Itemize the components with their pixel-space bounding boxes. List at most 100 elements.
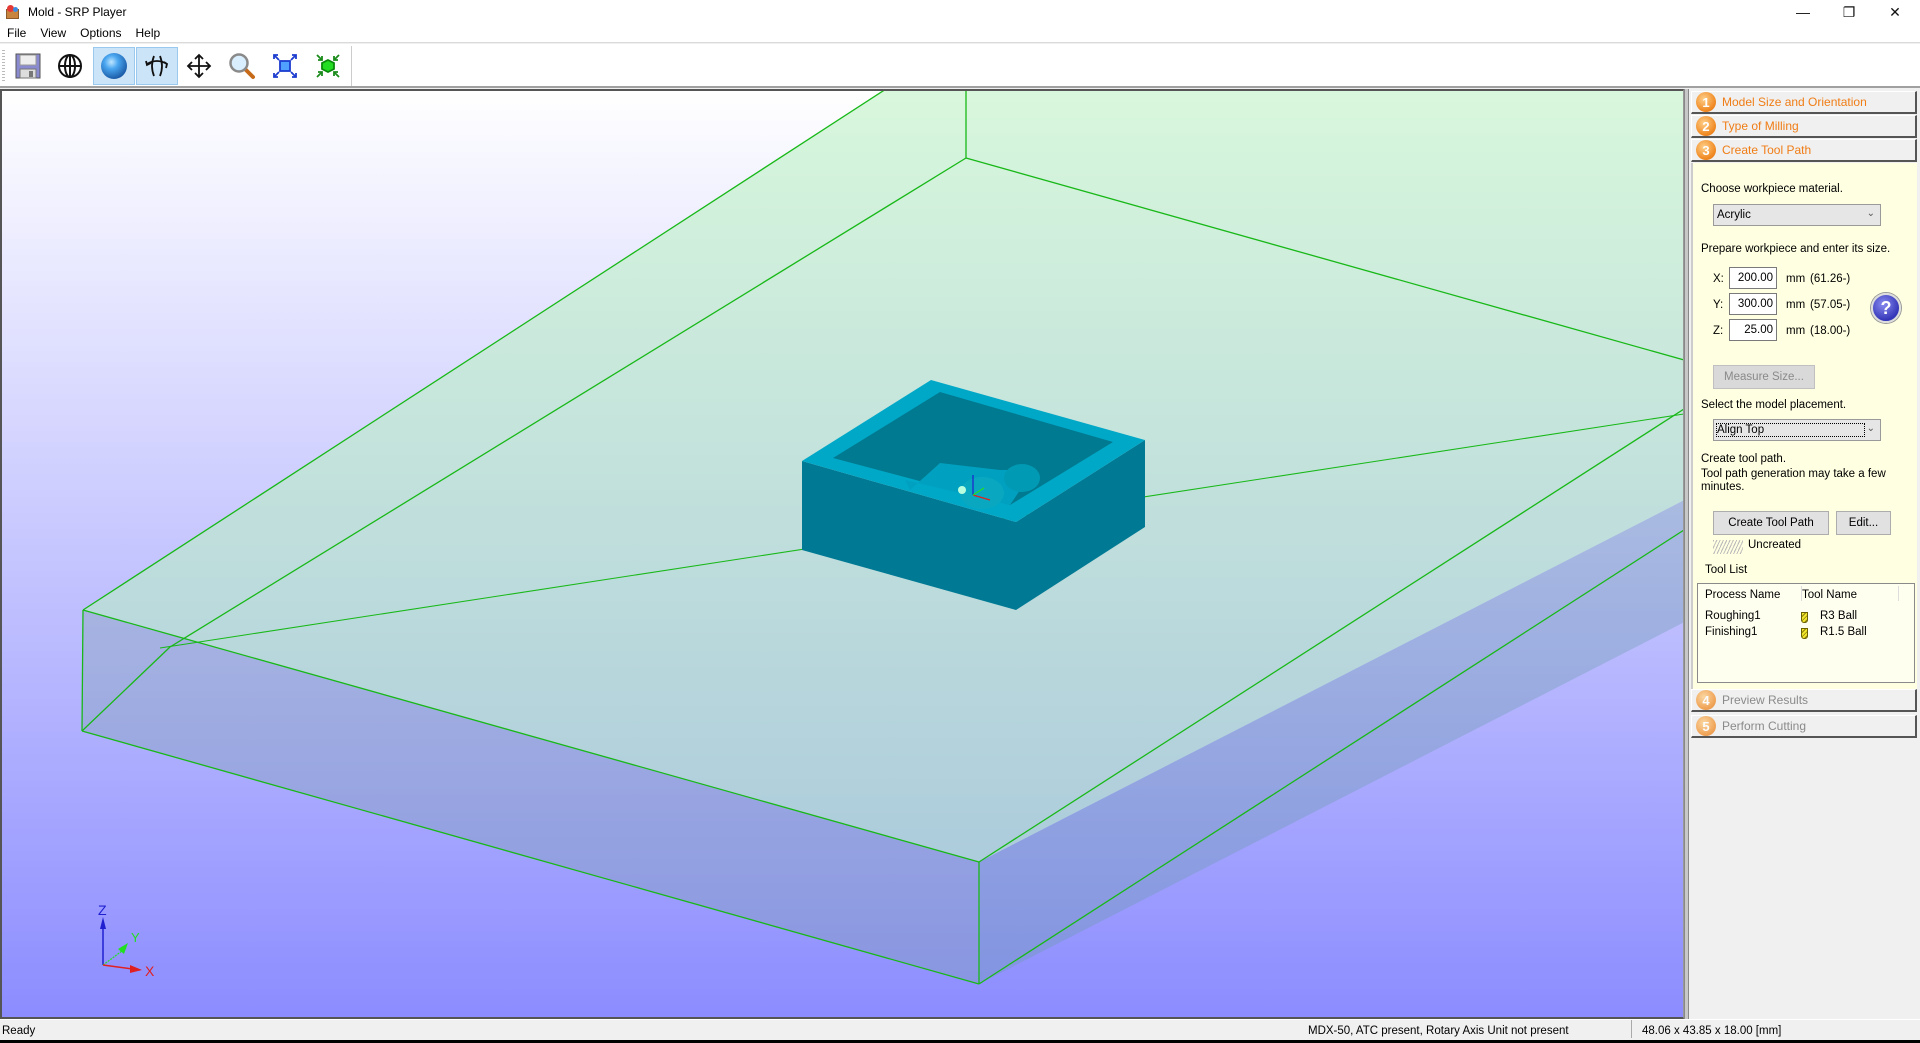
step-label: Preview Results — [1722, 693, 1809, 707]
material-value: Acrylic — [1717, 209, 1751, 221]
x-label: X: — [1713, 273, 1724, 285]
tool-name: R3 Ball — [1820, 610, 1858, 622]
z-unit: mm — [1786, 325, 1806, 337]
step-model-size-orientation[interactable]: 1 Model Size and Orientation — [1691, 91, 1917, 114]
step-preview-results[interactable]: 4 Preview Results — [1691, 689, 1917, 712]
placement-select[interactable]: Align Top ⌄ — [1713, 419, 1881, 441]
wizard-panel: 1 Model Size and Orientation 2 Type of M… — [1688, 89, 1920, 1019]
x-axis-label: X — [145, 963, 155, 979]
placement-prompt: Select the model placement. — [1701, 399, 1847, 411]
z-axis-label: Z — [98, 902, 107, 918]
step-label: Create Tool Path — [1722, 143, 1812, 157]
minimize-button[interactable]: — — [1780, 0, 1826, 24]
toolbar-grip[interactable] — [2, 50, 5, 82]
wireframe-view-icon — [58, 54, 82, 78]
tool-list-row[interactable]: Roughing1 R3 Ball — [1698, 610, 1914, 626]
close-button[interactable]: ✕ — [1872, 0, 1918, 24]
y-min-size: (57.05-) — [1810, 299, 1851, 311]
3d-viewport[interactable]: Z Y X — [0, 89, 1684, 1019]
material-select[interactable]: Acrylic ⌄ — [1713, 204, 1881, 226]
step-number-badge: 3 — [1696, 140, 1716, 160]
menu-view[interactable]: View — [33, 24, 73, 43]
help-icon: ? — [1880, 297, 1892, 318]
menu-file[interactable]: File — [0, 24, 33, 43]
ball-end-mill-icon — [1801, 612, 1808, 623]
toolbar-separator — [351, 46, 352, 86]
save-button[interactable] — [7, 47, 49, 85]
fit-view-button[interactable] — [264, 47, 306, 85]
column-separator[interactable] — [1898, 586, 1899, 601]
pan-icon — [186, 53, 212, 79]
title-bar: Mold - SRP Player — ❐ ✕ — [0, 0, 1920, 24]
model-boss-feature — [1004, 464, 1040, 492]
shaded-view-button[interactable] — [93, 47, 135, 85]
rotate-button[interactable] — [136, 47, 178, 85]
x-unit: mm — [1786, 273, 1806, 285]
toolpath-prompt: Create tool path. — [1701, 453, 1787, 465]
tool-list[interactable]: Process Name Tool Name Roughing1 R3 Ball… — [1697, 583, 1915, 683]
step-create-tool-path[interactable]: 3 Create Tool Path — [1691, 139, 1917, 162]
z-label: Z: — [1713, 325, 1724, 337]
toolpath-status-icon — [1713, 540, 1743, 554]
save-icon — [15, 53, 41, 79]
pan-button[interactable] — [178, 47, 220, 85]
step-label: Model Size and Orientation — [1722, 95, 1867, 109]
fit-model-button[interactable] — [307, 47, 349, 85]
3d-scene[interactable]: Z Y X — [2, 91, 1684, 1017]
z-min-size: (18.00-) — [1810, 325, 1851, 337]
chevron-down-icon: ⌄ — [1866, 208, 1875, 219]
edit-label: Edit... — [1848, 517, 1879, 529]
step-type-of-milling[interactable]: 2 Type of Milling — [1691, 115, 1917, 138]
step-number-badge: 1 — [1696, 92, 1716, 112]
model-size-readout: 48.06 x 43.85 x 18.00 [mm] — [1642, 1025, 1782, 1037]
size-prompt: Prepare workpiece and enter its size. — [1701, 243, 1891, 255]
x-min-size: (61.26-) — [1810, 273, 1851, 285]
fit-view-icon — [273, 54, 297, 78]
menu-help[interactable]: Help — [129, 24, 168, 43]
create-tool-path-section: Choose workpiece material. Acrylic ⌄ Pre… — [1691, 163, 1917, 694]
fit-model-icon — [316, 54, 340, 78]
machine-status: MDX-50, ATC present, Rotary Axis Unit no… — [1308, 1025, 1569, 1037]
y-unit: mm — [1786, 299, 1806, 311]
process-name: Roughing1 — [1705, 610, 1761, 622]
zoom-icon — [229, 53, 255, 79]
shaded-view-icon — [101, 53, 127, 79]
status-ready: Ready — [2, 1025, 36, 1037]
close-icon: ✕ — [1889, 3, 1901, 20]
y-label: Y: — [1713, 299, 1724, 311]
step-perform-cutting[interactable]: 5 Perform Cutting — [1691, 715, 1917, 738]
create-tool-path-label: Create Tool Path — [1728, 517, 1814, 529]
measure-size-button[interactable]: Measure Size... — [1713, 365, 1815, 389]
edit-button[interactable]: Edit... — [1836, 511, 1891, 535]
menu-options[interactable]: Options — [73, 24, 128, 43]
model-highlight — [958, 486, 966, 494]
placement-value: Align Top — [1715, 423, 1866, 437]
tool-list-header: Process Name Tool Name — [1698, 584, 1914, 604]
tool-name: R1.5 Ball — [1820, 626, 1867, 638]
menu-bar: File View Options Help — [0, 24, 1920, 43]
help-button[interactable]: ? — [1871, 293, 1901, 323]
step-label: Type of Milling — [1722, 119, 1799, 133]
toolpath-status: Uncreated — [1748, 539, 1802, 551]
zoom-button[interactable] — [221, 47, 263, 85]
restore-button[interactable]: ❐ — [1826, 0, 1872, 24]
process-name: Finishing1 — [1705, 626, 1758, 638]
y-size-input[interactable]: 300.00 — [1729, 293, 1777, 315]
toolpath-note: Tool path generation may take a few — [1701, 468, 1886, 480]
model-dome-feature — [960, 477, 1004, 509]
toolbar — [0, 44, 1920, 88]
material-prompt: Choose workpiece material. — [1701, 183, 1843, 195]
y-axis-label: Y — [131, 930, 140, 945]
x-size-input[interactable]: 200.00 — [1729, 267, 1777, 289]
column-process-name[interactable]: Process Name — [1705, 589, 1780, 601]
chevron-down-icon: ⌄ — [1866, 423, 1875, 434]
step-label: Perform Cutting — [1722, 719, 1807, 733]
create-tool-path-button[interactable]: Create Tool Path — [1713, 511, 1829, 535]
wireframe-view-button[interactable] — [49, 47, 91, 85]
minimize-icon: — — [1796, 4, 1810, 20]
tool-list-row[interactable]: Finishing1 R1.5 Ball — [1698, 626, 1914, 642]
column-tool-name[interactable]: Tool Name — [1802, 589, 1857, 601]
z-size-input[interactable]: 25.00 — [1729, 319, 1777, 341]
step-number-badge: 4 — [1696, 690, 1716, 710]
window-title: Mold - SRP Player — [28, 5, 127, 19]
